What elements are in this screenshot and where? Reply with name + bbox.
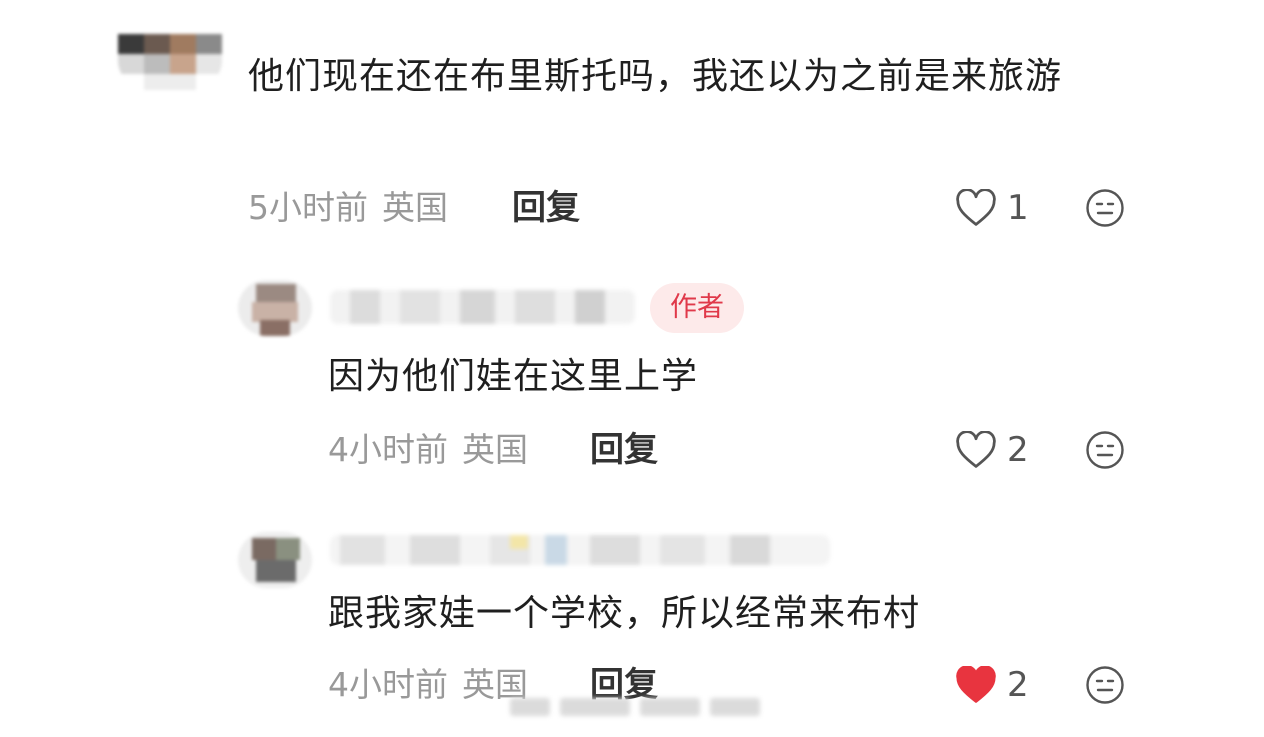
comment-text: 跟我家娃一个学校，所以经常来布村 [328,593,921,634]
neutral-face-icon[interactable] [1085,665,1125,705]
comment-3: 跟我家娃一个学校，所以经常来布村 4小时前 英国 回复 2 [0,0,1264,737]
watermark [480,692,770,724]
like-count: 2 [1007,665,1029,705]
comment-time: 4小时前 [328,665,448,704]
avatar[interactable] [238,532,312,588]
heart-filled-icon [956,666,996,703]
comment-thread: 他们现在还在布里斯托吗，我还以为之前是来旅游 5小时前 英国 回复 1 作者 因… [0,0,1264,737]
commenter-name[interactable] [330,535,830,565]
like-button[interactable]: 2 [955,665,1029,705]
